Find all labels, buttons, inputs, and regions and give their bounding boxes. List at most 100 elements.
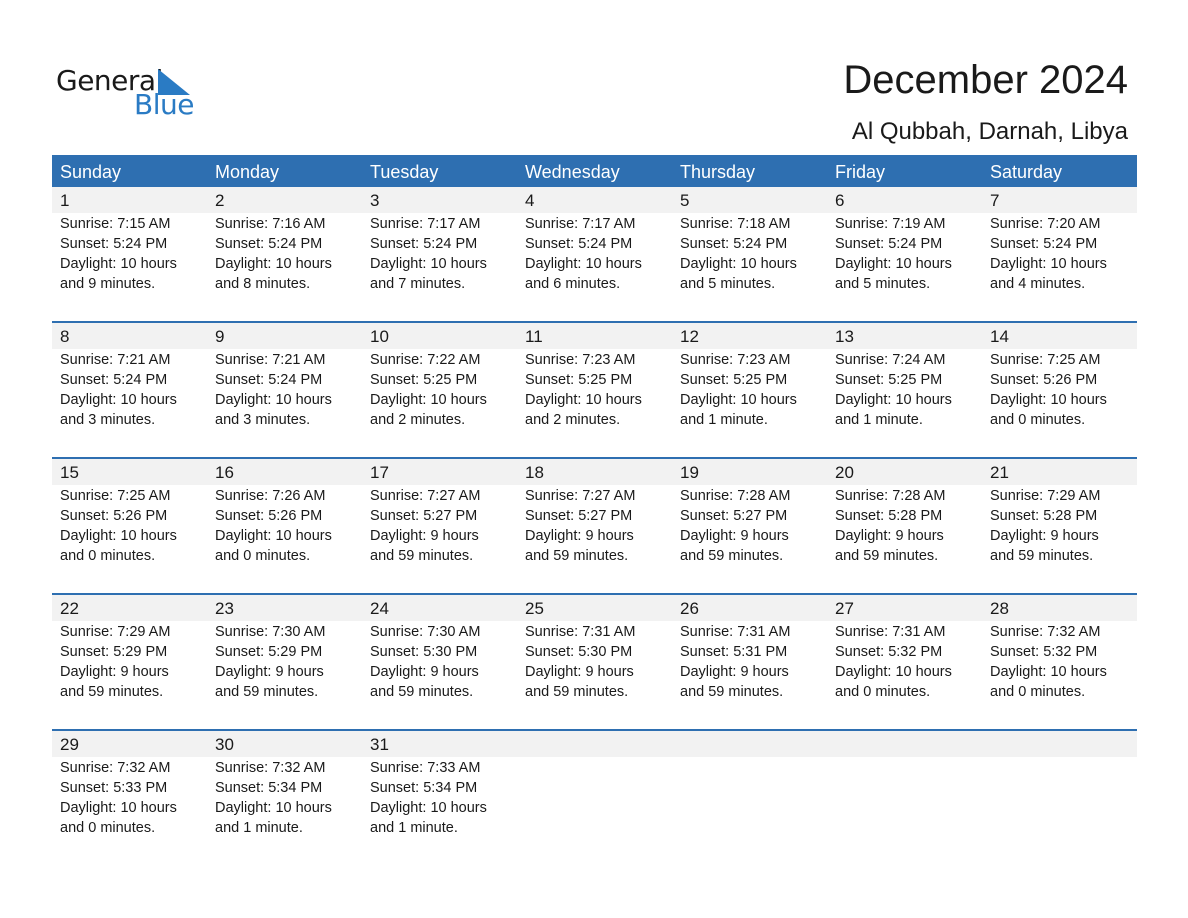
sunset-time: Sunset: 5:28 PM — [990, 508, 1098, 524]
day-cell: Sunrise: 7:20 AM Sunset: 5:24 PM Daylight:… — [982, 213, 1137, 321]
sunrise-time: Sunrise: 7:28 AM — [835, 488, 946, 504]
daylight-hours: Daylight: 10 hours — [60, 800, 177, 816]
day-cell: Sunrise: 7:30 AM Sunset: 5:29 PM Daylight:… — [207, 621, 362, 729]
sunset-time: Sunset: 5:28 PM — [835, 508, 943, 524]
daylight-minutes: and 7 minutes. — [370, 276, 466, 292]
day-number — [827, 731, 982, 757]
sunrise-time: Sunrise: 7:27 AM — [525, 488, 636, 504]
sunset-time: Sunset: 5:25 PM — [680, 372, 788, 388]
day-cell: Sunrise: 7:17 AM Sunset: 5:24 PM Daylight:… — [362, 213, 517, 321]
sunrise-time: Sunrise: 7:17 AM — [525, 216, 636, 232]
daylight-minutes: and 3 minutes. — [215, 412, 311, 428]
day-number: 28 — [982, 595, 1137, 621]
sunrise-time: Sunrise: 7:27 AM — [370, 488, 481, 504]
calendar-grid: Sunday Monday Tuesday Wednesday Thursday Frid… — [52, 155, 1137, 865]
sunset-time: Sunset: 5:24 PM — [525, 236, 633, 252]
daylight-hours: Daylight: 9 hours — [525, 528, 634, 544]
sunset-time: Sunset: 5:34 PM — [370, 780, 478, 796]
daylight-minutes: and 59 minutes. — [835, 548, 939, 564]
day-cell: Sunrise: 7:32 AM Sunset: 5:32 PM Daylight:… — [982, 621, 1137, 729]
day-cell: Sunrise: 7:15 AM Sunset: 5:24 PM Daylight:… — [52, 213, 207, 321]
day-number: 13 — [827, 323, 982, 349]
daylight-minutes: and 0 minutes. — [835, 684, 931, 700]
weekday-tuesday: Tuesday — [370, 162, 439, 182]
sunrise-time: Sunrise: 7:21 AM — [60, 352, 171, 368]
day-cell: Sunrise: 7:27 AM Sunset: 5:27 PM Daylight:… — [517, 485, 672, 593]
day-number: 29 — [52, 731, 207, 757]
daylight-minutes: and 59 minutes. — [370, 548, 474, 564]
daylight-minutes: and 0 minutes. — [215, 548, 311, 564]
daylight-hours: Daylight: 9 hours — [370, 528, 479, 544]
daylight-minutes: and 8 minutes. — [215, 276, 311, 292]
daylight-hours: Daylight: 10 hours — [370, 392, 487, 408]
sunset-time: Sunset: 5:24 PM — [60, 236, 168, 252]
day-cell: Sunrise: 7:21 AM Sunset: 5:24 PM Daylight:… — [207, 349, 362, 457]
daylight-hours: Daylight: 10 hours — [525, 392, 642, 408]
day-cell: Sunrise: 7:18 AM Sunset: 5:24 PM Daylight:… — [672, 213, 827, 321]
sunset-time: Sunset: 5:27 PM — [680, 508, 788, 524]
day-number: 12 — [672, 323, 827, 349]
sunrise-time: Sunrise: 7:26 AM — [215, 488, 326, 504]
daylight-hours: Daylight: 10 hours — [835, 256, 952, 272]
weekday-header: Sunday Monday Tuesday Wednesday Thursday Frid… — [52, 155, 1137, 187]
generalblue-logo: General Blue — [56, 64, 196, 121]
daylight-minutes: and 5 minutes. — [680, 276, 776, 292]
day-cell: Sunrise: 7:19 AM Sunset: 5:24 PM Daylight:… — [827, 213, 982, 321]
day-cell: Sunrise: 7:24 AM Sunset: 5:25 PM Daylight:… — [827, 349, 982, 457]
daylight-minutes: and 59 minutes. — [525, 684, 629, 700]
daylight-minutes: and 5 minutes. — [835, 276, 931, 292]
daylight-hours: Daylight: 10 hours — [680, 392, 797, 408]
sunrise-time: Sunrise: 7:32 AM — [990, 624, 1101, 640]
sunrise-time: Sunrise: 7:32 AM — [60, 760, 171, 776]
day-number: 30 — [207, 731, 362, 757]
day-number: 14 — [982, 323, 1137, 349]
daylight-hours: Daylight: 9 hours — [835, 528, 944, 544]
day-cell: Sunrise: 7:30 AM Sunset: 5:30 PM Daylight:… — [362, 621, 517, 729]
sunset-time: Sunset: 5:24 PM — [60, 372, 168, 388]
day-number: 7 — [982, 187, 1137, 213]
sunset-time: Sunset: 5:31 PM — [680, 644, 788, 660]
sunset-time: Sunset: 5:25 PM — [835, 372, 943, 388]
day-cell: Sunrise: 7:22 AM Sunset: 5:25 PM Daylight:… — [362, 349, 517, 457]
day-number: 17 — [362, 459, 517, 485]
daylight-hours: Daylight: 9 hours — [60, 664, 169, 680]
sunset-time: Sunset: 5:26 PM — [990, 372, 1098, 388]
sunset-time: Sunset: 5:24 PM — [990, 236, 1098, 252]
daylight-minutes: and 59 minutes. — [525, 548, 629, 564]
sunrise-time: Sunrise: 7:28 AM — [680, 488, 791, 504]
day-number: 3 — [362, 187, 517, 213]
sunset-time: Sunset: 5:25 PM — [525, 372, 633, 388]
daylight-minutes: and 0 minutes. — [990, 412, 1086, 428]
day-number: 21 — [982, 459, 1137, 485]
sunrise-time: Sunrise: 7:21 AM — [215, 352, 326, 368]
day-number: 26 — [672, 595, 827, 621]
day-cell: Sunrise: 7:32 AM Sunset: 5:34 PM Daylight:… — [207, 757, 362, 865]
daylight-minutes: and 0 minutes. — [60, 548, 156, 564]
sunrise-time: Sunrise: 7:30 AM — [215, 624, 326, 640]
daylight-minutes: and 2 minutes. — [370, 412, 466, 428]
sunset-time: Sunset: 5:24 PM — [215, 236, 323, 252]
sunset-time: Sunset: 5:24 PM — [370, 236, 478, 252]
day-cell: Sunrise: 7:27 AM Sunset: 5:27 PM Daylight:… — [362, 485, 517, 593]
daylight-minutes: and 59 minutes. — [990, 548, 1094, 564]
sunrise-time: Sunrise: 7:32 AM — [215, 760, 326, 776]
day-cell — [827, 757, 982, 865]
day-cell: Sunrise: 7:17 AM Sunset: 5:24 PM Daylight:… — [517, 213, 672, 321]
sunset-time: Sunset: 5:29 PM — [215, 644, 323, 660]
daylight-hours: Daylight: 9 hours — [680, 664, 789, 680]
sunrise-time: Sunrise: 7:23 AM — [525, 352, 636, 368]
daylight-hours: Daylight: 10 hours — [215, 528, 332, 544]
weekday-friday: Friday — [835, 162, 886, 182]
sunset-time: Sunset: 5:27 PM — [370, 508, 478, 524]
daylight-minutes: and 59 minutes. — [370, 684, 474, 700]
daylight-hours: Daylight: 10 hours — [835, 392, 952, 408]
sunrise-time: Sunrise: 7:29 AM — [60, 624, 171, 640]
day-number — [672, 731, 827, 757]
daylight-hours: Daylight: 9 hours — [370, 664, 479, 680]
day-cell: Sunrise: 7:31 AM Sunset: 5:30 PM Daylight:… — [517, 621, 672, 729]
daylight-minutes: and 1 minute. — [370, 820, 458, 836]
day-cell: Sunrise: 7:25 AM Sunset: 5:26 PM Daylight:… — [52, 485, 207, 593]
day-number: 25 — [517, 595, 672, 621]
day-cell: Sunrise: 7:32 AM Sunset: 5:33 PM Daylight:… — [52, 757, 207, 865]
day-number: 23 — [207, 595, 362, 621]
